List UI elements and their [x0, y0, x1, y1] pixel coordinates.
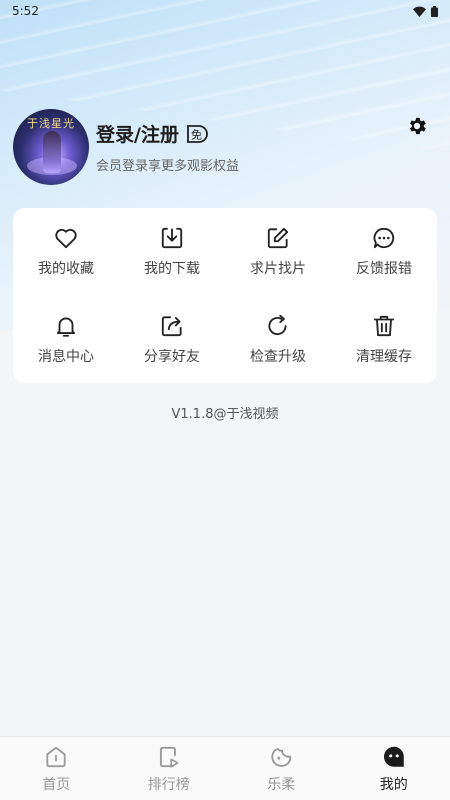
- tab-label: 乐柔: [267, 776, 296, 793]
- login-row: 登录/注册 免: [96, 120, 239, 147]
- menu-item-label: 反馈报错: [356, 261, 412, 277]
- tab-home[interactable]: 首页: [0, 737, 113, 800]
- menu-item-label: 消息中心: [38, 348, 94, 365]
- avatar[interactable]: 于浅星光: [13, 109, 89, 185]
- share-icon: [159, 313, 185, 339]
- menu-item-messages[interactable]: 消息中心: [13, 295, 119, 383]
- status-bar: 5:52: [0, 0, 450, 22]
- leaf-icon: [268, 744, 294, 770]
- ranking-icon: [156, 744, 182, 770]
- menu-item-request[interactable]: 求片找片: [225, 208, 331, 295]
- refresh-icon: [265, 313, 291, 339]
- settings-button[interactable]: [404, 113, 430, 139]
- wifi-icon: [413, 6, 426, 17]
- gear-icon: [410, 117, 426, 135]
- menu-item-favorites[interactable]: 我的收藏: [13, 208, 119, 295]
- menu-item-share[interactable]: 分享好友: [119, 295, 225, 383]
- tab-label: 排行榜: [147, 776, 190, 793]
- menu-item-label: 检查升级: [250, 348, 306, 365]
- tab-lerou[interactable]: 乐柔: [225, 737, 338, 800]
- menu-item-label: 清理缓存: [356, 348, 412, 365]
- profile-header[interactable]: 于浅星光 登录/注册 免 会员登录享更多观影权益: [13, 109, 437, 185]
- battery-icon: [431, 5, 438, 17]
- tab-label: 我的: [379, 776, 408, 793]
- menu-item-label: 分享好友: [144, 348, 200, 365]
- trash-icon: [371, 313, 397, 339]
- home-icon: [43, 744, 69, 770]
- tab-mine[interactable]: 我的: [338, 737, 450, 800]
- menu-grid: 我的收藏 我的下载 求片找片 反馈报错 消息中心 分享好友 检查升级 清理缓存: [13, 208, 437, 383]
- profile-icon: [381, 744, 407, 770]
- vip-badge-text: 免: [191, 127, 202, 141]
- edit-icon: [265, 225, 291, 251]
- status-icons: [413, 5, 438, 17]
- bell-icon: [53, 313, 79, 339]
- bottom-tabbar: 首页 排行榜 乐柔 我的: [0, 736, 450, 800]
- tab-ranking[interactable]: 排行榜: [113, 737, 226, 800]
- tab-label: 首页: [42, 776, 71, 793]
- login-subtitle: 会员登录享更多观影权益: [96, 159, 240, 174]
- version-text: V1.1.8@于浅视频: [171, 407, 279, 422]
- menu-item-label: 我的收藏: [38, 261, 94, 277]
- menu-item-label: 求片找片: [250, 261, 306, 277]
- status-time: 5:52: [12, 4, 39, 18]
- avatar-title: 于浅星光: [27, 117, 75, 130]
- heart-icon: [53, 225, 79, 251]
- profile-text: 登录/注册 免 会员登录享更多观影权益: [96, 120, 239, 174]
- menu-item-update[interactable]: 检查升级: [225, 295, 331, 383]
- menu-item-clear-cache[interactable]: 清理缓存: [331, 295, 437, 383]
- vip-badge-icon: 免: [185, 123, 209, 145]
- menu-item-feedback[interactable]: 反馈报错: [331, 208, 437, 295]
- chat-icon: [371, 225, 397, 251]
- menu-item-downloads[interactable]: 我的下载: [119, 208, 225, 295]
- login-register-link[interactable]: 登录/注册: [96, 120, 179, 147]
- menu-item-label: 我的下载: [144, 261, 200, 277]
- avatar-figure: [43, 131, 61, 173]
- download-icon: [159, 225, 185, 251]
